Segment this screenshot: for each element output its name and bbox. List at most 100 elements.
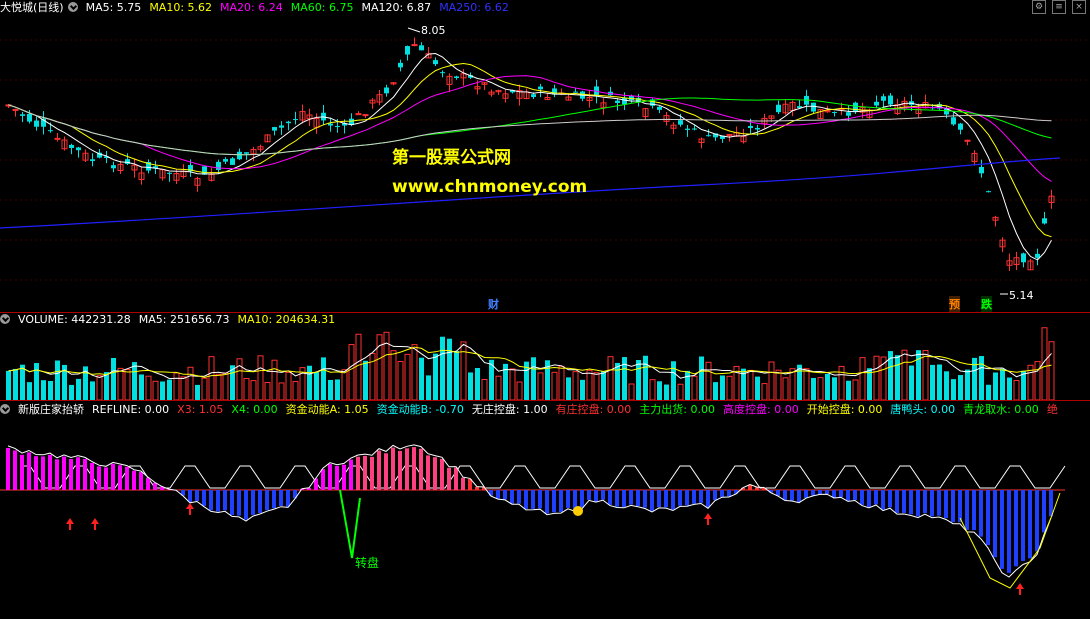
candle xyxy=(111,165,116,169)
volume-bar xyxy=(454,351,459,400)
momentum-bar xyxy=(286,490,290,507)
momentum-bar xyxy=(328,464,332,490)
candle xyxy=(958,123,963,130)
momentum-bar xyxy=(916,490,920,517)
momentum-bar xyxy=(1007,490,1011,573)
momentum-bar xyxy=(391,447,395,490)
zhuanpan-line xyxy=(339,489,361,559)
collapse-icon[interactable] xyxy=(0,404,10,414)
volume-bar xyxy=(257,355,264,400)
momentum-bar xyxy=(636,490,640,506)
momentum-bar xyxy=(188,490,192,503)
momentum-bar xyxy=(111,463,115,490)
momentum-bar xyxy=(363,455,367,490)
volume-bar xyxy=(76,378,81,400)
indicator-header: 新版庄家抬轿 REFLINE: 0.00 X3: 1.05 X4: 0.00 资金动能A… xyxy=(0,402,1074,418)
volume-bar xyxy=(761,383,768,400)
candle xyxy=(755,127,760,130)
momentum-bar xyxy=(944,490,948,519)
candle xyxy=(34,120,39,127)
candle xyxy=(881,96,886,101)
momentum-bar xyxy=(419,448,423,490)
volume-bar xyxy=(622,357,627,400)
momentum-bar xyxy=(90,462,94,490)
buy-arrow-icon xyxy=(186,503,194,515)
volume-bar xyxy=(944,371,949,400)
momentum-bar xyxy=(713,490,717,501)
momentum-bar xyxy=(433,457,437,490)
candle xyxy=(223,159,228,162)
volume-chart[interactable] xyxy=(0,312,1090,400)
momentum-bar xyxy=(412,447,416,490)
volume-bar xyxy=(993,372,998,400)
momentum-bar xyxy=(97,466,101,490)
volume-bar xyxy=(292,381,299,400)
candle xyxy=(90,159,95,162)
momentum-bar xyxy=(678,490,682,506)
volume-bar xyxy=(586,369,593,400)
pane-divider xyxy=(0,400,1090,401)
price-chart[interactable] xyxy=(0,0,1090,312)
momentum-bar xyxy=(335,465,339,490)
momentum-bar xyxy=(566,490,570,508)
volume-bar xyxy=(6,370,11,400)
ma5-line xyxy=(8,52,1052,261)
momentum-bar xyxy=(650,490,654,511)
volume-bar xyxy=(593,372,600,400)
ma20-line xyxy=(8,75,1052,183)
volume-bar xyxy=(124,369,131,400)
momentum-bar xyxy=(664,490,668,508)
momentum-bar xyxy=(895,490,899,513)
indicator-value-label: 唐鸭头: 0.00 xyxy=(890,403,956,416)
indicator-value-label: 有庄控盘: 0.00 xyxy=(555,403,632,416)
momentum-bar xyxy=(1042,490,1046,533)
momentum-bar xyxy=(195,490,199,501)
volume-bar xyxy=(986,384,991,400)
volume-bar xyxy=(846,380,851,400)
volume-bar xyxy=(341,369,348,400)
event-tag-forecast[interactable]: 预 xyxy=(949,296,960,312)
candle xyxy=(538,86,543,90)
momentum-bar xyxy=(104,467,108,490)
candle xyxy=(1021,253,1026,263)
volume-bar xyxy=(811,377,816,400)
momentum-bar xyxy=(475,486,479,490)
buy-arrow-icon xyxy=(1016,583,1024,595)
momentum-bar xyxy=(797,490,801,503)
volume-bar xyxy=(468,372,473,400)
volume-bar xyxy=(572,371,579,400)
momentum-bar xyxy=(27,452,31,490)
indicator-value-label: 资金动能B: -0.70 xyxy=(376,403,464,416)
momentum-bar xyxy=(720,490,724,497)
candle xyxy=(573,91,578,93)
candle xyxy=(167,172,172,174)
volume-bar xyxy=(691,375,698,400)
candle xyxy=(874,101,879,106)
momentum-bar xyxy=(510,490,514,504)
low-price-label: 5.14 xyxy=(1009,289,1034,302)
momentum-bar xyxy=(230,490,234,516)
candle xyxy=(440,72,445,74)
volume-bar xyxy=(48,380,53,400)
candle xyxy=(692,128,697,130)
volume-bar xyxy=(930,364,935,400)
volume-bar xyxy=(601,370,606,400)
volume-bar xyxy=(285,371,292,400)
volume-bar xyxy=(90,381,95,400)
momentum-bar xyxy=(447,467,451,490)
candle xyxy=(69,144,74,148)
volume-bar xyxy=(404,353,411,400)
momentum-bar xyxy=(671,490,675,510)
momentum-bar xyxy=(20,454,24,490)
indicator-chart[interactable] xyxy=(0,418,1090,619)
momentum-bar xyxy=(986,490,990,546)
volume-bar xyxy=(979,356,984,400)
volume-bar xyxy=(1034,361,1041,400)
event-tag-earnings[interactable]: 财 xyxy=(488,296,499,312)
momentum-bar xyxy=(972,490,976,531)
indicator-value-label: 资金动能A: 1.05 xyxy=(285,403,369,416)
indicator-value-label: 主力出货: 0.00 xyxy=(639,403,715,416)
event-tag-fall[interactable]: 跌 xyxy=(981,296,992,312)
candle xyxy=(230,158,235,165)
volume-bar xyxy=(13,368,18,400)
